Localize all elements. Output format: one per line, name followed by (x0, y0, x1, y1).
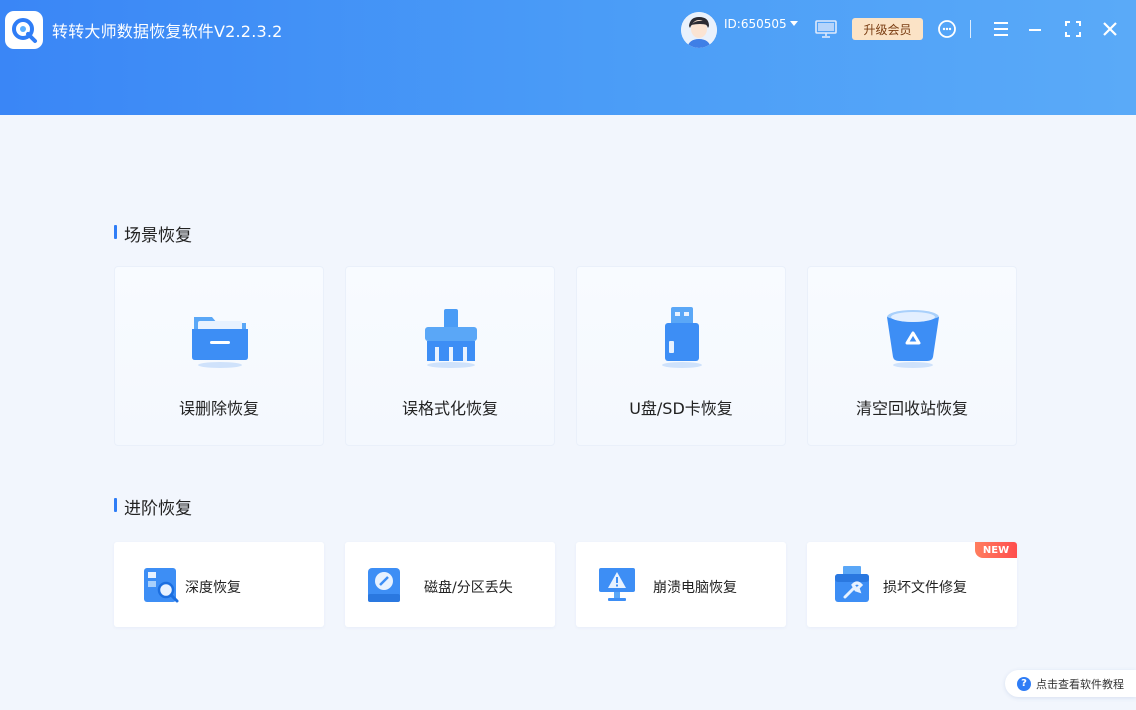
broom-icon (425, 309, 477, 368)
app-title: 转转大师数据恢复软件V2.2.3.2 (52, 22, 283, 41)
card-label: U盘/SD卡恢复 (629, 399, 733, 418)
file-repair-icon (835, 566, 869, 602)
menu-icon[interactable] (992, 20, 1010, 38)
deleted-recovery-card[interactable]: 误删除恢复 (114, 266, 324, 446)
usb-drive-icon (662, 307, 702, 368)
recycle-bin-icon (887, 310, 939, 368)
user-avatar[interactable] (681, 12, 717, 48)
disk-icon (368, 568, 400, 602)
card-label: 误格式化恢复 (401, 399, 498, 418)
disk-partition-card[interactable]: 磁盘/分区丢失 (345, 542, 555, 627)
tutorial-link[interactable]: ? 点击查看软件教程 (1005, 670, 1136, 697)
card-label: 磁盘/分区丢失 (424, 580, 513, 596)
user-id-label: ID:650505 (724, 17, 787, 31)
card-label: 深度恢复 (185, 580, 241, 596)
help-icon: ? (1017, 676, 1031, 691)
file-repair-card[interactable]: NEW 损坏文件修复 (807, 542, 1017, 627)
deep-scan-icon (144, 568, 179, 603)
recycle-bin-recovery-card[interactable]: 清空回收站恢复 (807, 266, 1017, 446)
deep-recovery-card[interactable]: 深度恢复 (114, 542, 324, 627)
chevron-down-icon[interactable] (789, 21, 799, 27)
scene-recovery-heading: 场景恢复 (114, 221, 192, 246)
upgrade-membership-button[interactable]: 升级会员 (852, 18, 923, 40)
card-label: 损坏文件修复 (883, 580, 967, 596)
usb-sd-recovery-card[interactable]: U盘/SD卡恢复 (576, 266, 786, 446)
customer-service-icon[interactable] (937, 19, 957, 39)
new-badge: NEW (975, 542, 1017, 558)
card-label: 误删除恢复 (178, 399, 259, 418)
minimize-icon[interactable] (1026, 20, 1044, 38)
tutorial-link-label: 点击查看软件教程 (1036, 677, 1124, 691)
format-recovery-card[interactable]: 误格式化恢复 (345, 266, 555, 446)
card-label: 清空回收站恢复 (855, 399, 968, 418)
crashed-computer-card[interactable]: 崩溃电脑恢复 (576, 542, 786, 627)
advanced-recovery-heading: 进阶恢复 (114, 494, 192, 519)
close-icon[interactable] (1101, 20, 1119, 38)
header-divider (970, 20, 971, 38)
monitor-icon[interactable] (815, 20, 837, 38)
app-logo-icon (5, 11, 43, 49)
crashed-computer-icon (599, 568, 635, 601)
maximize-icon[interactable] (1064, 20, 1082, 38)
folder-icon (192, 317, 248, 368)
card-label: 崩溃电脑恢复 (653, 580, 737, 596)
title-bar: 转转大师数据恢复软件V2.2.3.2 ID:650505 升级会员 (0, 0, 1136, 115)
